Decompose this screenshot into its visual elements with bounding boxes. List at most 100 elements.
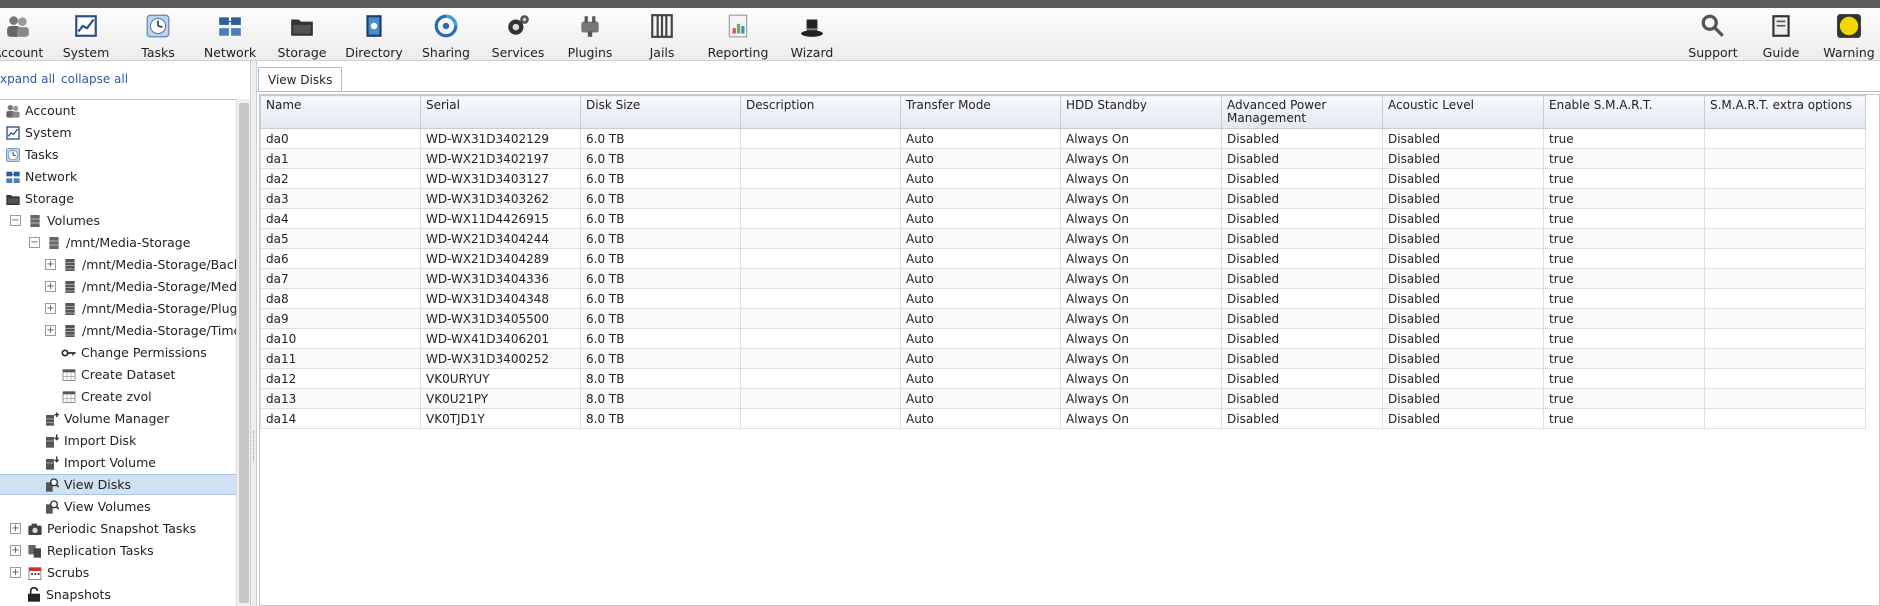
tree-item-mnt-media-storage-media[interactable]: + /mnt/Media-Storage/Media <box>0 276 236 297</box>
tree-item-view-disks[interactable]: View Disks <box>0 474 236 495</box>
table-row[interactable]: da10 WD-WX41D3406201 6.0 TB Auto Always On Di… <box>260 328 1866 349</box>
cell-hdd-standby: Always On <box>1060 248 1222 269</box>
tree-scroll-thumb[interactable] <box>239 103 249 603</box>
expand-icon[interactable]: + <box>10 545 21 556</box>
dataset-icon <box>61 256 78 273</box>
tree-item-change-permissions[interactable]: Change Permissions <box>0 342 236 363</box>
tree-item-label: Scrubs <box>47 565 90 580</box>
tree-item-import-volume[interactable]: Import Volume <box>0 452 236 473</box>
tree-item-mnt-media-storage-timem[interactable]: + /mnt/Media-Storage/TimeM <box>0 320 236 341</box>
tree-item-periodic-snapshot-tasks[interactable]: + Periodic Snapshot Tasks <box>0 518 236 539</box>
toolbar-sharing-button[interactable]: Sharing <box>406 12 486 60</box>
column-header-acoustic-level[interactable]: Acoustic Level <box>1382 95 1544 129</box>
toolbar-system-button[interactable]: System <box>46 12 126 60</box>
cell-serial: WD-WX41D3406201 <box>420 328 581 349</box>
table-row[interactable]: da14 VK0TJD1Y 8.0 TB Auto Always On Disabled D… <box>260 408 1866 429</box>
dataset-icon <box>61 278 78 295</box>
column-header-hdd-standby[interactable]: HDD Standby <box>1060 95 1222 129</box>
tree-item-snapshots[interactable]: Snapshots <box>0 584 236 605</box>
cell-advanced-power-management: Disabled <box>1221 408 1383 429</box>
toolbar-tasks-button[interactable]: Tasks <box>118 12 198 60</box>
tree-item-account[interactable]: Account <box>0 100 236 121</box>
collapse-all-link[interactable]: collapse all <box>61 72 128 86</box>
cell-s-m-a-r-t-extra-options <box>1704 348 1866 369</box>
column-header-enable-s-m-a-r-t[interactable]: Enable S.M.A.R.T. <box>1543 95 1705 129</box>
expand-icon[interactable]: + <box>10 523 21 534</box>
storage-icon <box>288 12 316 40</box>
toolbar-network-button[interactable]: Network <box>190 12 270 60</box>
column-header-name[interactable]: Name <box>260 95 421 129</box>
cell-s-m-a-r-t-extra-options <box>1704 188 1866 209</box>
column-header-transfer-mode[interactable]: Transfer Mode <box>900 95 1061 129</box>
tree-item-volumes[interactable]: − Volumes <box>0 210 236 231</box>
table-row[interactable]: da13 VK0U21PY 8.0 TB Auto Always On Disabled D… <box>260 388 1866 409</box>
table-row[interactable]: da11 WD-WX31D3400252 6.0 TB Auto Always On Di… <box>260 348 1866 369</box>
expand-all-link[interactable]: xpand all <box>0 72 55 86</box>
tree-item-storage[interactable]: Storage <box>0 188 236 209</box>
volume-add-icon <box>43 410 60 427</box>
toolbar-directory-button[interactable]: Directory <box>334 12 414 60</box>
tree-scrollbar[interactable] <box>236 99 250 606</box>
table-row[interactable]: da5 WD-WX21D3404244 6.0 TB Auto Always On Dis… <box>260 228 1866 249</box>
tree-item-view-volumes[interactable]: View Volumes <box>0 496 236 517</box>
toolbar-storage-button[interactable]: Storage <box>262 12 342 60</box>
table-row[interactable]: da3 WD-WX31D3403262 6.0 TB Auto Always On Dis… <box>260 188 1866 209</box>
cell-serial: WD-WX31D3405500 <box>420 308 581 329</box>
tree-item-tasks[interactable]: Tasks <box>0 144 236 165</box>
toolbar-wizard-button[interactable]: Wizard <box>772 12 852 60</box>
tree-item-volume-manager[interactable]: Volume Manager <box>0 408 236 429</box>
table-row[interactable]: da9 WD-WX31D3405500 6.0 TB Auto Always On Dis… <box>260 308 1866 329</box>
tree-item-network[interactable]: Network <box>0 166 236 187</box>
cell-s-m-a-r-t-extra-options <box>1704 368 1866 389</box>
expand-icon[interactable]: + <box>45 259 56 270</box>
splitter-grip[interactable] <box>253 431 254 461</box>
table-row[interactable]: da4 WD-WX11D4426915 6.0 TB Auto Always On Dis… <box>260 208 1866 229</box>
pane-splitter[interactable] <box>250 61 257 606</box>
table-row[interactable]: da7 WD-WX31D3404336 6.0 TB Auto Always On Dis… <box>260 268 1866 289</box>
cell-disk-size: 6.0 TB <box>580 308 741 329</box>
toolbar-jails-button[interactable]: Jails <box>622 12 702 60</box>
toolbar-services-button[interactable]: Services <box>478 12 558 60</box>
tree-item-create-dataset[interactable]: Create Dataset <box>0 364 236 385</box>
support-icon <box>1699 12 1727 40</box>
tree-item-create-zvol[interactable]: Create zvol <box>0 386 236 407</box>
toolbar-warning-button[interactable]: Warning <box>1809 12 1880 60</box>
table-row[interactable]: da0 WD-WX31D3402129 6.0 TB Auto Always On Dis… <box>260 128 1866 149</box>
column-header-disk-size[interactable]: Disk Size <box>580 95 741 129</box>
cell-description <box>740 148 901 169</box>
tree-item-mnt-media-storage-backu[interactable]: + /mnt/Media-Storage/Backu <box>0 254 236 275</box>
tree-item-system[interactable]: System <box>0 122 236 143</box>
table-row[interactable]: da1 WD-WX21D3402197 6.0 TB Auto Always On Dis… <box>260 148 1866 169</box>
expand-icon[interactable]: + <box>45 303 56 314</box>
tree-item-mnt-media-storage[interactable]: − /mnt/Media-Storage <box>0 232 236 253</box>
table-row[interactable]: da12 VK0URYUY 8.0 TB Auto Always On Disabled D… <box>260 368 1866 389</box>
table-row[interactable]: da8 WD-WX31D3404348 6.0 TB Auto Always On Dis… <box>260 288 1866 309</box>
toolbar-plugins-button[interactable]: Plugins <box>550 12 630 60</box>
cell-transfer-mode: Auto <box>900 328 1061 349</box>
tab-view-disks[interactable]: View Disks <box>258 67 343 92</box>
column-header-serial[interactable]: Serial <box>420 95 581 129</box>
expand-icon[interactable]: + <box>10 567 21 578</box>
table-row[interactable]: da2 WD-WX31D3403127 6.0 TB Auto Always On Dis… <box>260 168 1866 189</box>
expand-icon[interactable]: + <box>45 281 56 292</box>
column-header-advanced-power-management[interactable]: Advanced Power Management <box>1221 95 1383 129</box>
collapse-icon[interactable]: − <box>29 237 40 248</box>
tree-item-replication-tasks[interactable]: + Replication Tasks <box>0 540 236 561</box>
cell-serial: WD-WX11D4426915 <box>420 208 581 229</box>
tree-item-mnt-media-storage-plugin[interactable]: + /mnt/Media-Storage/Plugin <box>0 298 236 319</box>
cell-serial: VK0TJD1Y <box>420 408 581 429</box>
collapse-icon[interactable]: − <box>10 215 21 226</box>
table-row[interactable]: da6 WD-WX21D3404289 6.0 TB Auto Always On Dis… <box>260 248 1866 269</box>
cell-hdd-standby: Always On <box>1060 408 1222 429</box>
cell-enable-s-m-a-r-t: true <box>1543 348 1705 369</box>
toolbar-reporting-button[interactable]: Reporting <box>698 12 778 60</box>
cell-hdd-standby: Always On <box>1060 288 1222 309</box>
cell-s-m-a-r-t-extra-options <box>1704 248 1866 269</box>
sharing-icon <box>432 12 460 40</box>
column-header-description[interactable]: Description <box>740 95 901 129</box>
cell-serial: WD-WX31D3404336 <box>420 268 581 289</box>
column-header-s-m-a-r-t-extra-options[interactable]: S.M.A.R.T. extra options <box>1704 95 1866 129</box>
expand-icon[interactable]: + <box>45 325 56 336</box>
tree-item-import-disk[interactable]: Import Disk <box>0 430 236 451</box>
tree-item-scrubs[interactable]: + Scrubs <box>0 562 236 583</box>
